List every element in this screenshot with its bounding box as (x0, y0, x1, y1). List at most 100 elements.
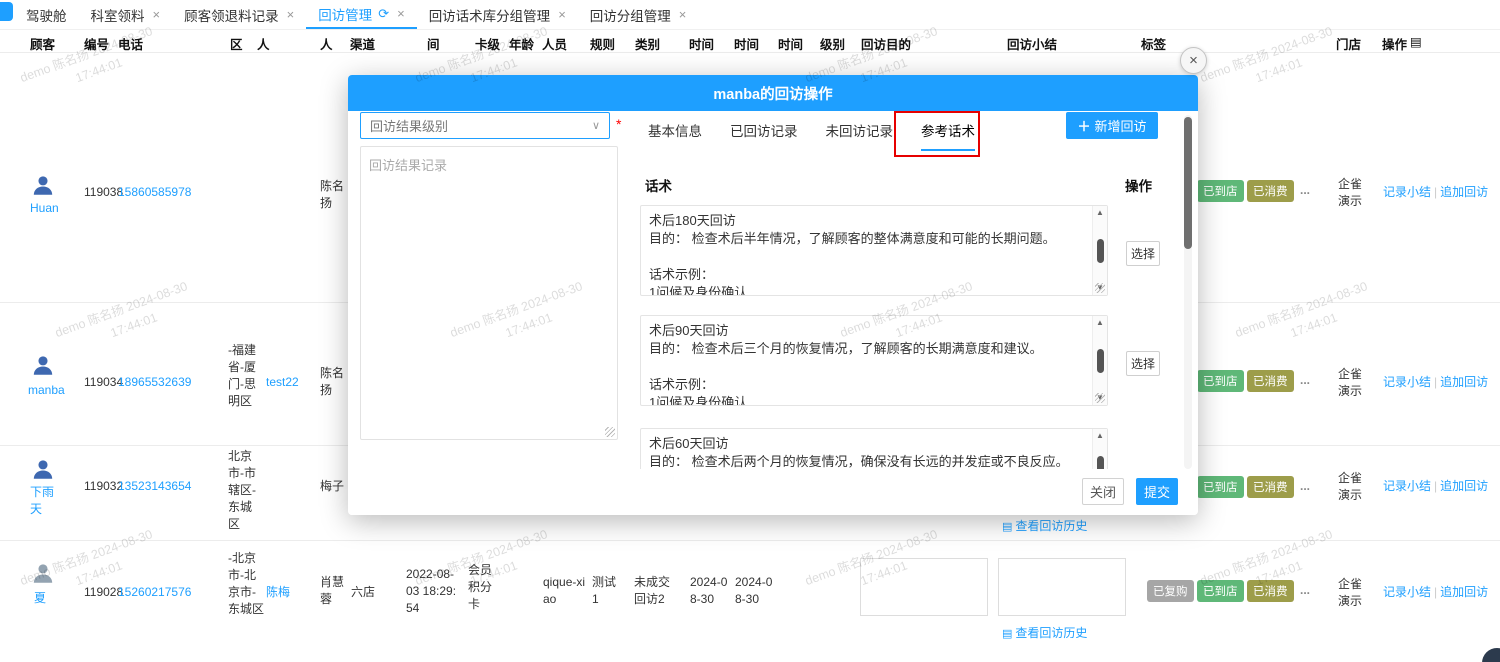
modal-title: manba的回访操作 (713, 83, 832, 104)
script-example: 1问候及身份确认 (649, 284, 1083, 295)
script-title: 术后90天回访 (649, 322, 1083, 340)
column-header: 人 (257, 34, 270, 53)
modal-scrollbar-thumb[interactable] (1184, 117, 1192, 249)
floating-action-button[interactable] (1482, 648, 1500, 662)
region: -福建省-厦门-思明区 (228, 342, 264, 410)
customer-name-link[interactable]: 下雨天 (30, 484, 60, 518)
record-summary-link[interactable]: 记录小结 (1383, 479, 1431, 493)
scrollbar-thumb[interactable] (1097, 239, 1104, 263)
select-script-button[interactable]: 选择 (1126, 351, 1160, 376)
staff-name: 陈名扬 (320, 178, 348, 212)
tab-dept-materials[interactable]: 科室领料 × (79, 0, 173, 29)
tab-basic-info[interactable]: 基本信息 (648, 120, 702, 149)
customer-name-link[interactable]: Huan (30, 200, 59, 217)
result-level-select[interactable]: 回访结果级别 ∨ (360, 112, 610, 139)
select-script-button[interactable]: 选择 (1126, 241, 1160, 266)
phone-link[interactable]: 15860585978 (118, 184, 191, 201)
required-mark: * (616, 116, 621, 132)
result-record-textarea[interactable]: 回访结果记录 (360, 146, 618, 440)
row-actions: 记录小结|追加回访 (1383, 584, 1488, 601)
record-summary-link[interactable]: 记录小结 (1383, 585, 1431, 599)
status-badge-rebuy: 已复购 (1147, 580, 1194, 602)
close-icon[interactable]: × (679, 7, 687, 22)
more-tags-ellipsis[interactable]: ... (1300, 372, 1310, 389)
add-followup-link[interactable]: 追加回访 (1440, 479, 1488, 493)
close-icon[interactable]: × (558, 7, 566, 22)
tab-cockpit[interactable]: 驾驶舱 (14, 0, 79, 29)
scroll-up-icon[interactable]: ▲ (1096, 318, 1104, 328)
script-example-label: 话术示例： (649, 376, 1083, 394)
script-scrollbar[interactable]: ▲ ▼ (1092, 206, 1107, 295)
column-header: 回访小结 (1007, 34, 1057, 53)
close-icon: × (1189, 52, 1198, 69)
column-header: 规则 (590, 34, 615, 53)
customer-name-link[interactable]: manba (28, 382, 65, 399)
tab-unvisited-records[interactable]: 未回访记录 (826, 120, 894, 149)
person-link[interactable]: 陈梅 (266, 584, 290, 601)
tab-customer-material-records[interactable]: 顾客领退料记录 × (172, 0, 306, 29)
refresh-icon[interactable]: ⟳ (378, 6, 389, 22)
tab-reference-scripts[interactable]: 参考话术 (921, 120, 975, 151)
column-header: 回访目的 (861, 34, 911, 53)
rule: 测试1 (592, 574, 620, 608)
scroll-up-icon[interactable]: ▲ (1096, 431, 1104, 441)
customer-name-link[interactable]: 夏 (34, 590, 46, 607)
column-header: 时间 (689, 34, 714, 53)
scroll-up-icon[interactable]: ▲ (1096, 208, 1104, 218)
followup-modal: manba的回访操作 回访结果级别 ∨ * 回访结果记录 基本信息 已回访记录 … (348, 75, 1198, 515)
scrollbar-thumb[interactable] (1097, 349, 1104, 373)
column-header: 电话 (118, 34, 143, 53)
more-tags-ellipsis[interactable]: ... (1300, 182, 1310, 199)
script-box[interactable]: 术后90天回访 目的： 检查术后三个月的恢复情况，了解顾客的长期满意度和建议。 … (640, 315, 1108, 406)
phone-link[interactable]: 15260217576 (118, 584, 191, 601)
record-summary-link[interactable]: 记录小结 (1383, 185, 1431, 199)
script-box[interactable]: 术后180天回访 目的： 检查术后半年情况，了解顾客的整体满意度和可能的长期问题… (640, 205, 1108, 296)
add-followup-button[interactable]: ＋ 新增回访 (1066, 112, 1158, 139)
person-link[interactable]: test22 (266, 374, 299, 391)
submit-button[interactable]: 提交 (1136, 478, 1178, 505)
resize-grip[interactable] (1095, 393, 1105, 403)
result-level-value: 回访结果级别 (370, 116, 448, 135)
add-followup-label: 新增回访 (1095, 116, 1147, 135)
resize-grip[interactable] (1095, 283, 1105, 293)
more-tags-ellipsis[interactable]: ... (1300, 582, 1310, 599)
tab-followup-group-management[interactable]: 回访分组管理 × (578, 0, 699, 29)
more-tags-ellipsis[interactable]: ... (1300, 478, 1310, 495)
add-followup-link[interactable]: 追加回访 (1440, 185, 1488, 199)
column-header: 渠道 (350, 34, 375, 53)
view-followup-history-link[interactable]: ▤查看回访历史 (1002, 624, 1087, 641)
modal-scrollbar[interactable] (1184, 115, 1192, 469)
view-followup-history-link[interactable]: ▤查看回访历史 (1002, 517, 1087, 534)
add-followup-link[interactable]: 追加回访 (1440, 585, 1488, 599)
tab-visited-records[interactable]: 已回访记录 (730, 120, 798, 149)
modal-tabs: 基本信息 已回访记录 未回访记录 参考话术 (648, 120, 1003, 150)
script-title: 术后60天回访 (649, 435, 1083, 453)
phone-link[interactable]: 13523143654 (118, 478, 191, 495)
script-scrollbar[interactable]: ▲ ▼ (1092, 316, 1107, 405)
resize-grip[interactable] (605, 427, 615, 437)
record-summary-link[interactable]: 记录小结 (1383, 375, 1431, 389)
close-button[interactable]: 关闭 (1082, 478, 1124, 505)
close-icon[interactable]: × (153, 7, 161, 22)
tab-label: 回访话术库分组管理 (429, 5, 551, 25)
modal-close-button[interactable]: × (1180, 47, 1207, 74)
status-badge-consumed: 已消费 (1247, 476, 1294, 498)
add-followup-link[interactable]: 追加回访 (1440, 375, 1488, 389)
close-icon[interactable]: × (287, 7, 295, 22)
tab-script-group-management[interactable]: 回访话术库分组管理 × (417, 0, 578, 29)
status-badge-consumed: 已消费 (1247, 180, 1294, 202)
phone-link[interactable]: 18965532639 (118, 374, 191, 391)
close-icon[interactable]: × (397, 6, 405, 21)
store-name: 企雀演示 (1338, 366, 1364, 400)
summary-textbox[interactable] (998, 558, 1126, 616)
status-badge-arrived: 已到店 (1197, 476, 1244, 498)
purpose-textbox[interactable] (860, 558, 988, 616)
script-example-label: 话术示例： (649, 266, 1083, 284)
tab-followup-management[interactable]: 回访管理 ⟳ × (306, 0, 417, 29)
column-header: 时间 (734, 34, 759, 53)
column-header: 门店 (1336, 34, 1361, 53)
column-settings-icon[interactable]: ▤ (1410, 34, 1422, 49)
modal-footer: 关闭 提交 (348, 469, 1198, 515)
script-purpose: 目的： 检查术后三个月的恢复情况，了解顾客的长期满意度和建议。 (649, 340, 1083, 358)
column-header: 间 (427, 34, 440, 53)
